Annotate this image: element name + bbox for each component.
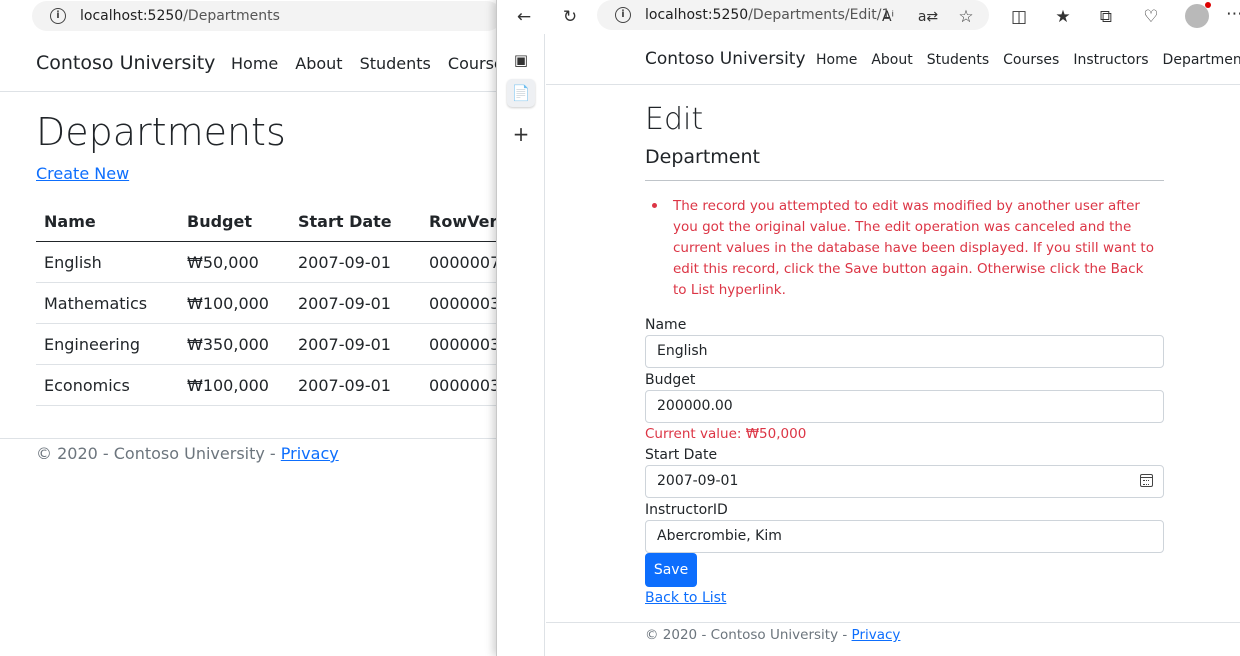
site-navbar: Contoso University Home About Students C… bbox=[0, 36, 500, 92]
nav-home[interactable]: Home bbox=[816, 52, 857, 68]
nav-instructors[interactable]: Instructors bbox=[1073, 52, 1148, 68]
cell-start-date: 2007-09-01 bbox=[298, 376, 391, 395]
page-title: Departments bbox=[36, 110, 286, 154]
read-aloud-icon[interactable]: Aⁱ bbox=[875, 4, 901, 30]
favorites-icon[interactable]: ★ bbox=[1050, 4, 1076, 30]
cell-name: Engineering bbox=[44, 335, 140, 354]
cell-budget: ₩50,000 bbox=[187, 253, 259, 272]
page-title: Edit bbox=[645, 102, 704, 137]
nav-students[interactable]: Students bbox=[360, 54, 431, 73]
new-tab-icon[interactable]: + bbox=[507, 120, 535, 148]
url-text[interactable]: localhost:5250/Departments/Edit/1 bbox=[645, 7, 890, 23]
collections-icon[interactable]: ⧉ bbox=[1093, 4, 1119, 30]
back-to-list-link[interactable]: Back to List bbox=[645, 590, 726, 606]
table-row: English ₩50,000 2007-09-01 00000070 bbox=[36, 242, 500, 283]
footer-copyright: © 2020 - Contoso University - bbox=[645, 627, 852, 643]
cell-rowversion: 00000039 bbox=[429, 294, 500, 313]
cell-budget: ₩100,000 bbox=[187, 294, 269, 313]
brand-link[interactable]: Contoso University bbox=[645, 49, 806, 69]
cell-rowversion: 00000039 bbox=[429, 376, 500, 395]
cell-name: Mathematics bbox=[44, 294, 148, 313]
table-header: Name Budget Start Date RowVersi bbox=[36, 201, 500, 242]
split-screen-icon[interactable]: ◫ bbox=[1006, 4, 1032, 30]
start-date-value: 2007-09-01 bbox=[657, 473, 739, 489]
cell-rowversion: 00000039 bbox=[429, 335, 500, 354]
vertical-tabs-strip: ▣ 📄 + bbox=[497, 34, 545, 656]
nav-about[interactable]: About bbox=[295, 54, 342, 73]
table-row: Economics ₩100,000 2007-09-01 00000039 bbox=[36, 365, 500, 406]
bullet bbox=[652, 203, 657, 208]
budget-current-value: Current value: ₩50,000 bbox=[645, 426, 807, 442]
header-name: Name bbox=[44, 212, 96, 231]
browser-toolbar: ← ↻ i localhost:5250/Departments/Edit/1 … bbox=[497, 0, 1240, 34]
left-browser-window: i localhost:5250/Departments Contoso Uni… bbox=[0, 0, 500, 656]
performance-icon[interactable]: ♡ bbox=[1138, 4, 1164, 30]
cell-start-date: 2007-09-01 bbox=[298, 294, 391, 313]
name-label: Name bbox=[645, 317, 687, 333]
footer-copyright: © 2020 - Contoso University - bbox=[36, 444, 281, 463]
nav-about[interactable]: About bbox=[871, 52, 912, 68]
save-button[interactable]: Save bbox=[645, 553, 697, 587]
nav-courses[interactable]: Courses bbox=[448, 54, 500, 73]
url-path: /Departments/Edit/1 bbox=[748, 7, 891, 23]
more-icon[interactable]: ⋯ bbox=[1226, 4, 1240, 24]
info-icon[interactable]: i bbox=[50, 8, 66, 24]
nav-students[interactable]: Students bbox=[927, 52, 989, 68]
instructor-select[interactable]: Abercrombie, Kim bbox=[645, 520, 1164, 553]
tab-actions-icon[interactable]: ▣ bbox=[507, 46, 535, 74]
budget-field[interactable]: 200000.00 bbox=[645, 390, 1164, 423]
nav-links: Home About Students Courses bbox=[231, 54, 500, 73]
footer: © 2020 - Contoso University - Privacy bbox=[546, 622, 1240, 656]
url-host: localhost:5250 bbox=[80, 8, 184, 24]
privacy-link[interactable]: Privacy bbox=[281, 444, 339, 463]
privacy-link[interactable]: Privacy bbox=[852, 627, 901, 643]
address-bar[interactable]: i localhost:5250/Departments bbox=[32, 1, 500, 31]
back-arrow-icon[interactable]: ← bbox=[511, 4, 537, 30]
nav-courses[interactable]: Courses bbox=[1003, 52, 1059, 68]
nav-departments[interactable]: Departments bbox=[1163, 52, 1240, 68]
url-text[interactable]: localhost:5250/Departments bbox=[80, 8, 280, 24]
create-new-link[interactable]: Create New bbox=[36, 164, 129, 183]
table-row: Mathematics ₩100,000 2007-09-01 00000039 bbox=[36, 283, 500, 324]
header-rowversion: RowVersi bbox=[429, 212, 500, 231]
cell-start-date: 2007-09-01 bbox=[298, 335, 391, 354]
calendar-icon[interactable] bbox=[1140, 474, 1153, 487]
cell-name: English bbox=[44, 253, 102, 272]
header-start-date: Start Date bbox=[298, 212, 392, 231]
footer-text: © 2020 - Contoso University - Privacy bbox=[36, 444, 339, 463]
footer: © 2020 - Contoso University - Privacy bbox=[0, 438, 500, 478]
validation-summary: The record you attempted to edit was mod… bbox=[652, 196, 1161, 301]
error-message: The record you attempted to edit was mod… bbox=[673, 198, 1154, 298]
start-date-label: Start Date bbox=[645, 447, 718, 463]
cell-budget: ₩100,000 bbox=[187, 376, 269, 395]
footer-text: © 2020 - Contoso University - Privacy bbox=[645, 627, 900, 643]
divider bbox=[645, 180, 1164, 181]
page-content: Contoso University Home About Students C… bbox=[546, 34, 1240, 656]
url-path: /Departments bbox=[183, 8, 280, 24]
site-navbar: Contoso University Home About Students C… bbox=[546, 34, 1240, 85]
info-icon[interactable]: i bbox=[615, 7, 631, 23]
url-host: localhost:5250 bbox=[645, 7, 749, 23]
profile-avatar[interactable] bbox=[1185, 2, 1211, 28]
start-date-field[interactable]: 2007-09-01 bbox=[645, 465, 1164, 498]
header-budget: Budget bbox=[187, 212, 252, 231]
favorite-star-icon[interactable]: ☆ bbox=[953, 4, 979, 30]
instructor-label: InstructorID bbox=[645, 502, 728, 518]
name-field[interactable]: English bbox=[645, 335, 1164, 368]
page-subtitle: Department bbox=[645, 146, 760, 168]
vertical-tab-icon[interactable]: 📄 bbox=[507, 79, 535, 107]
nav-home[interactable]: Home bbox=[231, 54, 278, 73]
cell-name: Economics bbox=[44, 376, 130, 395]
cell-start-date: 2007-09-01 bbox=[298, 253, 391, 272]
budget-label: Budget bbox=[645, 372, 696, 388]
brand-link[interactable]: Contoso University bbox=[36, 52, 215, 74]
right-browser-window: ← ↻ i localhost:5250/Departments/Edit/1 … bbox=[496, 0, 1240, 656]
nav-links: Home About Students Courses Instructors … bbox=[816, 52, 1240, 68]
cell-rowversion: 00000070 bbox=[429, 253, 500, 272]
cell-budget: ₩350,000 bbox=[187, 335, 269, 354]
translate-icon[interactable]: a⇄ bbox=[915, 4, 941, 30]
table-row: Engineering ₩350,000 2007-09-01 00000039 bbox=[36, 324, 500, 365]
refresh-icon[interactable]: ↻ bbox=[557, 4, 583, 30]
